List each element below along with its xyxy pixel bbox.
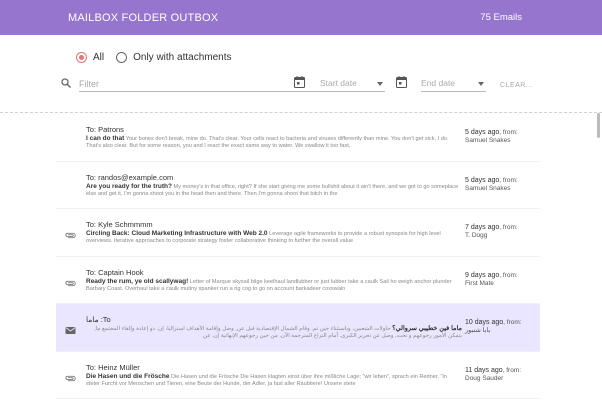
email-body: Are you ready for the truth? My money's … (86, 183, 462, 197)
start-date-field[interactable]: Start date (320, 76, 385, 92)
search-icon[interactable] (60, 77, 72, 89)
email-subject: Die Hasen und die Frösche (86, 372, 170, 380)
page-title: MAILBOX FOLDER OUTBOX (68, 12, 219, 24)
email-recipient: To: Captain Hook (86, 267, 144, 277)
from-label: , from: (499, 176, 518, 184)
chevron-down-icon[interactable] (478, 82, 484, 86)
email-sender: بابا شنبور (465, 327, 491, 334)
radio-all-label: All (93, 51, 105, 63)
email-sender: Doug Sauder (465, 374, 504, 382)
email-sender: Samuel Snakes (465, 184, 511, 192)
email-row[interactable]: To: ماما ماما فين خطيبي سروالي؟ حاولات ا… (56, 304, 540, 352)
email-body: ماما فين خطيبي سروالي؟ حاولات الشعبين، و… (86, 325, 462, 339)
email-preview: Your bones don't break, mine do. That's … (86, 136, 449, 149)
app-header: MAILBOX FOLDER OUTBOX 75 Emails (0, 0, 602, 35)
paperclip-icon (65, 280, 76, 286)
email-recipient: To: Patrons (86, 125, 124, 134)
email-recipient: To: Kyle Schmmmm (86, 220, 153, 229)
email-sender: T. Dogg (465, 232, 488, 239)
email-subject: Are you ready for the truth? (86, 182, 172, 190)
end-date-field[interactable]: End date (421, 76, 486, 92)
email-date: 5 days ago (465, 176, 500, 184)
email-row[interactable]: To: Patrons I can do that Your bones don… (56, 114, 540, 162)
email-meta: 7 days ago, from: T. Dogg (465, 224, 541, 240)
email-row[interactable]: To: Heinz Müller Die Hasen und die Frösc… (56, 351, 541, 399)
from-label: , from: (499, 271, 518, 279)
chevron-down-icon[interactable] (377, 82, 383, 86)
email-meta: 5 days ago, from: Samuel Snakes (465, 177, 541, 193)
clear-button[interactable]: CLEAR... (500, 82, 533, 89)
email-meta: 5 days ago, from: Samuel Snakes (465, 129, 541, 145)
calendar-icon[interactable] (294, 76, 305, 88)
email-date: 10 days ago (465, 319, 504, 326)
email-list: To: Patrons I can do that Your bones don… (56, 114, 540, 399)
divider (0, 112, 602, 113)
email-recipient: To: Heinz Müller (86, 362, 140, 372)
email-meta: 9 days ago, from: First Mate (465, 272, 541, 288)
radio-all-indicator[interactable] (76, 51, 87, 63)
email-date: 7 days ago (465, 224, 500, 231)
end-date-placeholder: End date (421, 78, 456, 88)
radio-attachments-indicator[interactable] (116, 51, 128, 63)
email-count: 75 Emails (480, 12, 522, 23)
start-date-placeholder: Start date (320, 78, 357, 88)
envelope-icon (65, 327, 76, 334)
paperclip-icon (65, 375, 76, 381)
email-meta: 11 days ago, from: Doug Sauder (465, 367, 541, 383)
email-recipient: To: ماما (86, 315, 111, 324)
email-date: 5 days ago (465, 129, 500, 136)
attachment-filter: All Only with attachments (76, 50, 244, 64)
email-body: Circling Back: Cloud Marketing Infrastru… (86, 230, 462, 244)
email-date: 9 days ago (465, 271, 500, 279)
email-sender: First Mate (465, 279, 494, 287)
email-sender: Samuel Snakes (465, 137, 511, 144)
email-body: I can do that Your bones don't break, mi… (86, 135, 462, 149)
email-subject: Ready the rum, ye old scallywag! (86, 277, 189, 285)
radio-attachments-label: Only with attachments (133, 51, 232, 63)
paperclip-icon (65, 232, 76, 239)
from-label: , from: (499, 224, 518, 231)
from-label: , from: (499, 129, 518, 136)
email-date: 11 days ago (465, 366, 503, 374)
calendar-icon[interactable] (396, 76, 407, 88)
email-row[interactable]: To: randos@example.com Are you ready for… (56, 161, 541, 209)
email-body: Die Hasen und die Frösche Die Hasen und … (86, 373, 462, 387)
email-row[interactable]: To: Kyle Schmmmm Circling Back: Cloud Ma… (56, 209, 540, 257)
search-bar: Start date End date CLEAR... (60, 74, 600, 94)
email-subject: I can do that (86, 135, 125, 142)
radio-all[interactable]: All (76, 51, 105, 63)
from-label: , from: (503, 319, 522, 326)
email-subject: ماما فين خطيبي سروالي؟ (392, 325, 462, 332)
radio-only-attachments[interactable]: Only with attachments (116, 51, 232, 63)
email-body: Ready the rum, ye old scallywag! Letter … (86, 278, 462, 292)
email-recipient: To: randos@example.com (86, 172, 174, 182)
email-row[interactable]: To: Captain Hook Ready the rum, ye old s… (56, 256, 541, 304)
scrollbar[interactable] (597, 113, 600, 138)
email-meta: 10 days ago, from: بابا شنبور (465, 319, 541, 335)
email-subject: Circling Back: Cloud Marketing Infrastru… (86, 230, 268, 237)
from-label: , from: (502, 366, 522, 374)
